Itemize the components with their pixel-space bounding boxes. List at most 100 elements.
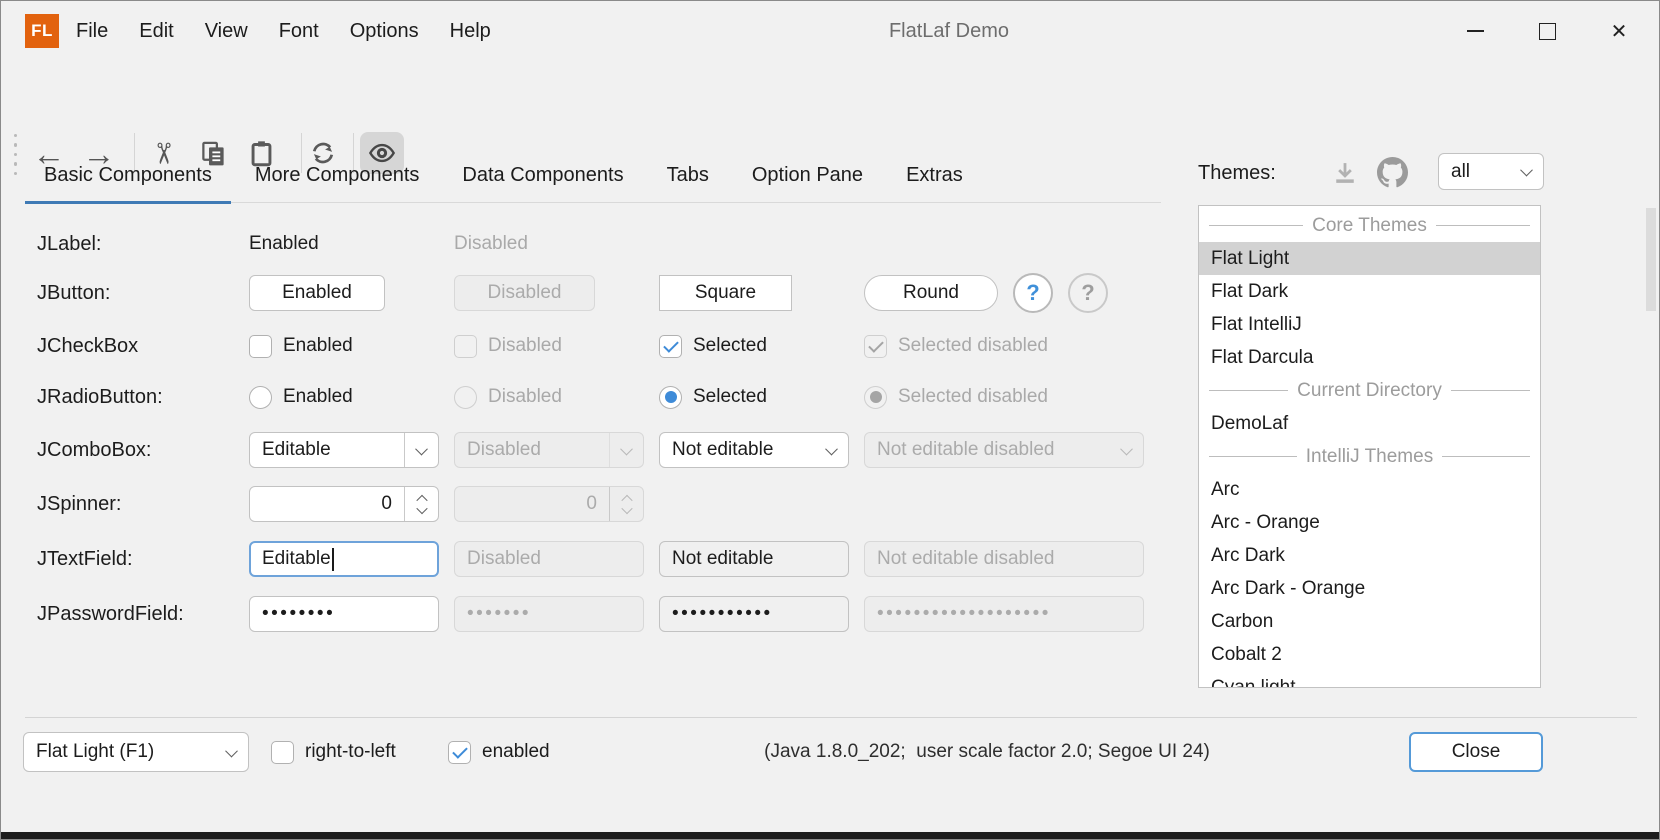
spinner-up-down-buttons[interactable] xyxy=(404,487,438,521)
minimize-icon xyxy=(1467,30,1484,32)
text-caret xyxy=(332,548,334,571)
tab-extras[interactable]: Extras xyxy=(887,151,982,202)
theme-list-scrollbar-thumb[interactable] xyxy=(1646,208,1656,311)
round-button[interactable]: Round xyxy=(864,275,998,311)
theme-item-arc-dark-orange[interactable]: Arc Dark - Orange xyxy=(1199,572,1540,605)
jcombobox-row: JComboBox: Editable Disabled Not editabl… xyxy=(37,428,1157,472)
menu-edit[interactable]: Edit xyxy=(139,20,173,43)
checkbox-enabled[interactable]: Enabled xyxy=(249,324,439,368)
textfield-not-editable-disabled: Not editable disabled xyxy=(864,541,1144,577)
checkbox-icon xyxy=(271,741,294,764)
menu-help[interactable]: Help xyxy=(450,20,491,43)
theme-item-cobalt-2[interactable]: Cobalt 2 xyxy=(1199,638,1540,671)
close-button[interactable]: Close xyxy=(1409,732,1543,772)
toolbar: ← → ✂ xyxy=(1,61,1659,125)
theme-item-arc-orange[interactable]: Arc - Orange xyxy=(1199,506,1540,539)
square-button[interactable]: Square xyxy=(659,275,792,311)
help-button[interactable]: ? xyxy=(1013,273,1053,313)
tab-more-components[interactable]: More Components xyxy=(236,151,439,202)
textfield-not-editable[interactable]: Not editable xyxy=(659,541,849,577)
checkbox-icon xyxy=(454,335,477,358)
checkbox-icon xyxy=(249,335,272,358)
spinner-disabled: 0 xyxy=(454,486,644,522)
theme-item-flat-darcula[interactable]: Flat Darcula xyxy=(1199,341,1540,374)
theme-item-cyan-light[interactable]: Cyan light xyxy=(1199,671,1540,688)
passwordfield-not-editable[interactable]: ••••••••••• xyxy=(659,596,849,632)
right-to-left-checkbox[interactable]: right-to-left xyxy=(271,730,396,774)
theme-item-flat-intellij[interactable]: Flat IntelliJ xyxy=(1199,308,1540,341)
github-icon xyxy=(1377,157,1408,188)
jpasswordfield-row-label: JPasswordField: xyxy=(37,592,184,636)
radio-selected[interactable]: Selected xyxy=(659,375,849,419)
checkbox-checked-icon xyxy=(864,335,887,358)
theme-item-flat-light[interactable]: Flat Light xyxy=(1199,242,1540,275)
checkbox-selected[interactable]: Selected xyxy=(659,324,849,368)
theme-item-arc-dark[interactable]: Arc Dark xyxy=(1199,539,1540,572)
checkbox-checked-icon xyxy=(659,335,682,358)
radio-checked-icon xyxy=(864,386,887,409)
jbutton-row-label: JButton: xyxy=(37,271,110,315)
textfield-disabled: Disabled xyxy=(454,541,644,577)
spinner-up-down-buttons xyxy=(609,487,643,521)
theme-item-demolaf[interactable]: DemoLaf xyxy=(1199,407,1540,440)
menu-view[interactable]: View xyxy=(205,20,248,43)
radio-disabled: Disabled xyxy=(454,375,644,419)
theme-list: Core Themes Flat Light Flat Dark Flat In… xyxy=(1198,205,1541,688)
titlebar: FL File Edit View Font Options Help Flat… xyxy=(1,1,1659,61)
textfield-editable[interactable]: Editable xyxy=(249,541,439,577)
tab-basic-components[interactable]: Basic Components xyxy=(25,151,231,202)
jtextfield-row-label: JTextField: xyxy=(37,537,133,581)
theme-group-separator: Core Themes xyxy=(1199,209,1540,242)
combobox-not-editable[interactable]: Not editable xyxy=(659,432,849,468)
theme-item-flat-dark[interactable]: Flat Dark xyxy=(1199,275,1540,308)
jradiobutton-row: JRadioButton: Enabled Disabled Selected … xyxy=(37,375,1157,419)
download-themes-button[interactable] xyxy=(1331,159,1359,187)
menubar: File Edit View Font Options Help xyxy=(76,1,491,61)
jlabel-row-label: JLabel: xyxy=(37,222,102,266)
jcombobox-row-label: JComboBox: xyxy=(37,428,152,472)
menu-file[interactable]: File xyxy=(76,20,108,43)
radio-icon xyxy=(454,386,477,409)
combobox-editable[interactable]: Editable xyxy=(249,432,439,468)
close-window-button[interactable]: ✕ xyxy=(1583,1,1655,61)
jlabel-disabled: Disabled xyxy=(454,233,528,255)
passwordfield-disabled: ••••••• xyxy=(454,596,644,632)
radio-enabled[interactable]: Enabled xyxy=(249,375,439,419)
theme-item-arc[interactable]: Arc xyxy=(1199,473,1540,506)
github-button[interactable] xyxy=(1377,157,1408,188)
main-tabbar: Basic Components More Components Data Co… xyxy=(25,151,1161,203)
maximize-button[interactable] xyxy=(1511,1,1583,61)
menu-font[interactable]: Font xyxy=(279,20,319,43)
flatlaf-demo-window: FL File Edit View Font Options Help Flat… xyxy=(0,0,1660,840)
menu-options[interactable]: Options xyxy=(350,20,419,43)
maximize-icon xyxy=(1539,23,1556,40)
tab-data-components[interactable]: Data Components xyxy=(443,151,642,202)
passwordfield-enabled[interactable]: •••••••• xyxy=(249,596,439,632)
download-icon xyxy=(1331,159,1359,187)
checkbox-selected-disabled: Selected disabled xyxy=(864,324,1144,368)
radio-selected-disabled: Selected disabled xyxy=(864,375,1144,419)
jcheckbox-row: JCheckBox Enabled Disabled Selected Sele… xyxy=(37,324,1157,368)
app-logo-icon: FL xyxy=(25,14,59,48)
tab-option-pane[interactable]: Option Pane xyxy=(733,151,882,202)
chevron-down-icon xyxy=(1510,154,1543,189)
jlabel-enabled: Enabled xyxy=(249,233,319,255)
passwordfield-not-editable-disabled: ••••••••••••••••••• xyxy=(864,596,1144,632)
jradiobutton-row-label: JRadioButton: xyxy=(37,375,163,419)
enabled-button[interactable]: Enabled xyxy=(249,275,385,311)
laf-combobox[interactable]: Flat Light (F1) xyxy=(23,732,249,772)
chevron-down-icon[interactable] xyxy=(815,433,848,467)
enabled-checkbox[interactable]: enabled xyxy=(448,730,550,774)
spinner-enabled[interactable]: 0 xyxy=(249,486,439,522)
window-controls: ✕ xyxy=(1439,1,1655,61)
theme-item-carbon[interactable]: Carbon xyxy=(1199,605,1540,638)
window-bottom-edge xyxy=(1,832,1659,839)
tab-tabs[interactable]: Tabs xyxy=(648,151,728,202)
minimize-button[interactable] xyxy=(1439,1,1511,61)
checkbox-disabled: Disabled xyxy=(454,324,644,368)
theme-filter-combobox[interactable]: all xyxy=(1438,153,1544,190)
toolbar-grip[interactable] xyxy=(14,134,17,175)
chevron-down-icon[interactable] xyxy=(404,433,438,467)
jpasswordfield-row: JPasswordField: •••••••• ••••••• •••••••… xyxy=(37,592,1157,636)
chevron-down-icon xyxy=(416,502,427,513)
